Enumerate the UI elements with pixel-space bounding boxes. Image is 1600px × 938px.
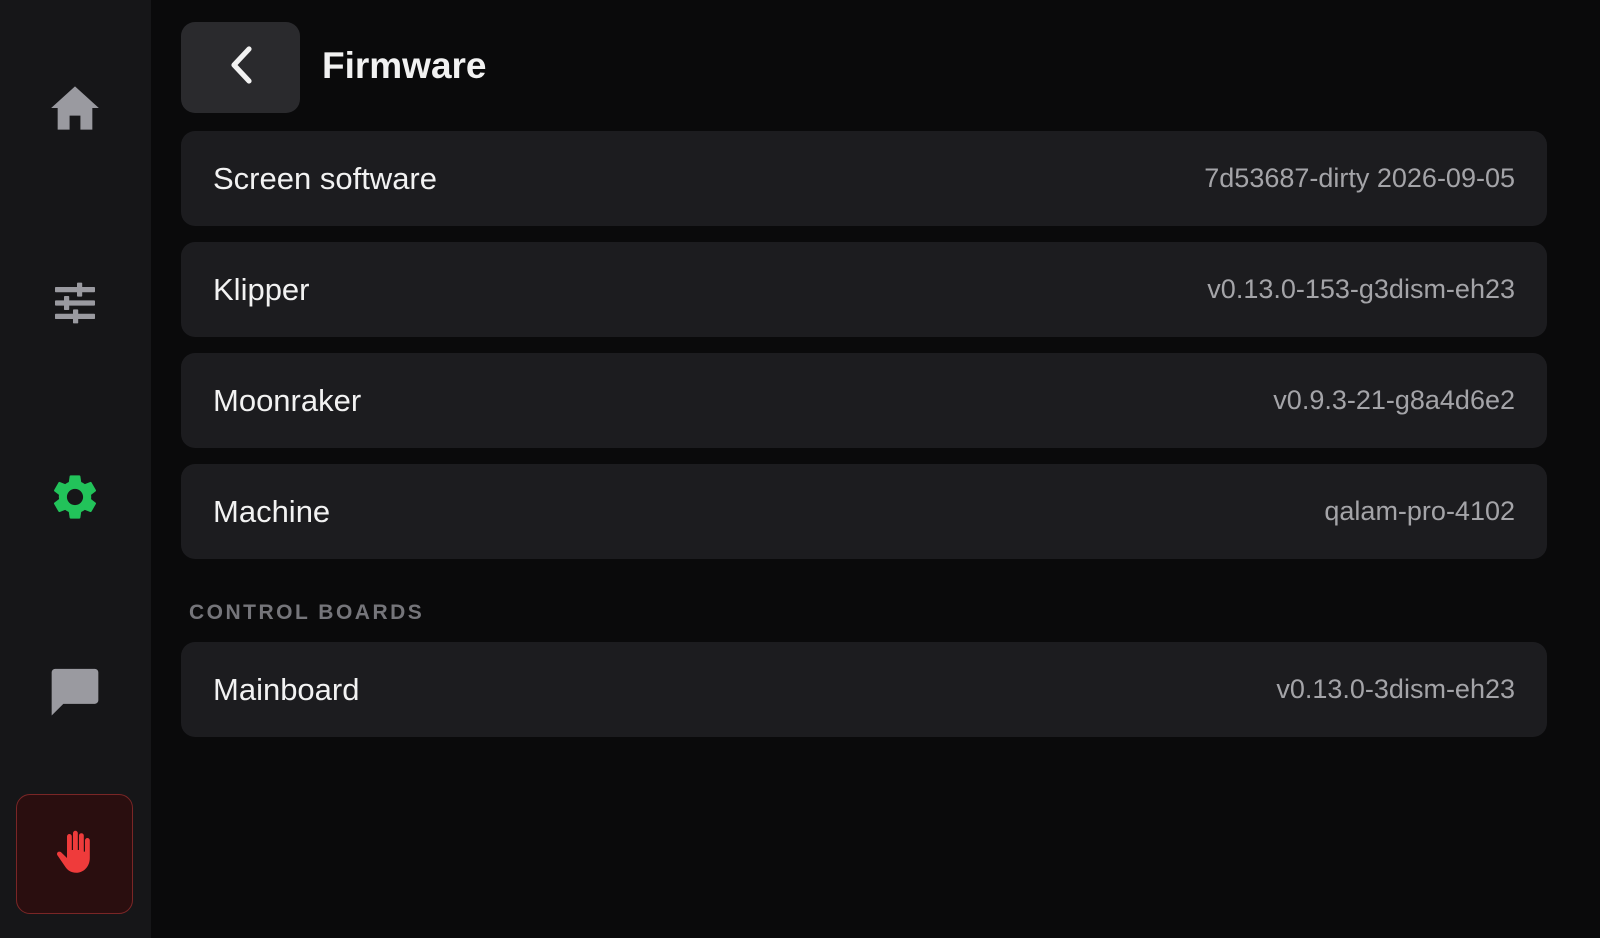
emergency-stop-button[interactable] bbox=[16, 794, 133, 914]
chevron-left-icon bbox=[228, 45, 254, 90]
back-button[interactable] bbox=[181, 22, 300, 113]
gear-icon bbox=[48, 470, 102, 524]
firmware-row-screen-software: Screen software 7d53687-dirty 2026-09-05 bbox=[181, 131, 1547, 226]
sidebar-item-tune[interactable] bbox=[15, 243, 135, 363]
section-header-control-boards: CONTROL BOARDS bbox=[189, 601, 425, 624]
firmware-row-machine: Machine qalam-pro-4102 bbox=[181, 464, 1547, 559]
row-label: Machine bbox=[213, 493, 331, 529]
row-label: Moonraker bbox=[213, 382, 362, 418]
message-icon bbox=[47, 663, 103, 719]
sidebar-item-home[interactable] bbox=[15, 48, 135, 168]
firmware-row-moonraker: Moonraker v0.9.3-21-g8a4d6e2 bbox=[181, 353, 1547, 448]
row-value: v0.9.3-21-g8a4d6e2 bbox=[1273, 385, 1515, 415]
firmware-row-klipper: Klipper v0.13.0-153-g3dism-eh23 bbox=[181, 242, 1547, 337]
sidebar bbox=[0, 0, 151, 938]
row-label: Screen software bbox=[213, 160, 437, 196]
row-label: Klipper bbox=[213, 271, 310, 307]
row-label: Mainboard bbox=[213, 671, 360, 707]
page-title: Firmware bbox=[322, 45, 487, 86]
row-value: v0.13.0-3dism-eh23 bbox=[1276, 674, 1515, 704]
row-value: qalam-pro-4102 bbox=[1324, 496, 1515, 526]
row-value: 7d53687-dirty 2026-09-05 bbox=[1204, 163, 1515, 193]
sidebar-item-messages[interactable] bbox=[15, 631, 135, 751]
control-board-row-mainboard: Mainboard v0.13.0-3dism-eh23 bbox=[181, 642, 1547, 737]
hand-stop-icon bbox=[55, 830, 95, 879]
sidebar-item-settings[interactable] bbox=[15, 437, 135, 557]
app-window: Firmware Screen software 7d53687-dirty 2… bbox=[0, 0, 1600, 938]
row-value: v0.13.0-153-g3dism-eh23 bbox=[1207, 274, 1515, 304]
home-icon bbox=[49, 84, 101, 132]
tune-icon bbox=[50, 279, 100, 327]
